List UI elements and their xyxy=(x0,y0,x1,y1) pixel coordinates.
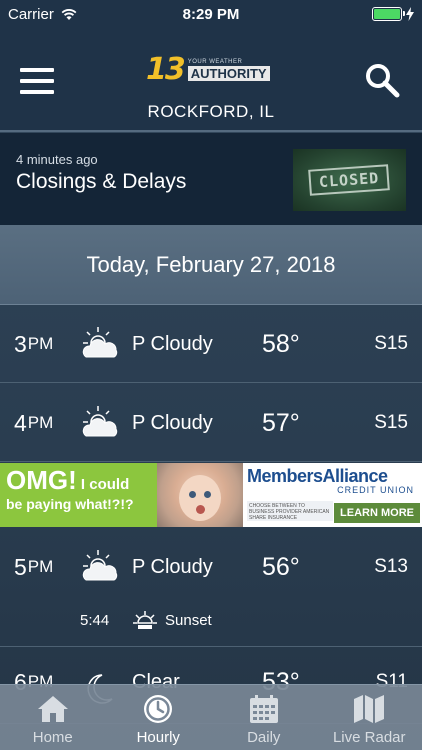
partly-cloudy-icon xyxy=(82,406,118,437)
row-condition: P Cloudy xyxy=(132,332,213,355)
tab-hourly-label: Hourly xyxy=(136,729,180,746)
row-ampm: PM xyxy=(27,334,54,353)
row-temperature: 56° xyxy=(262,552,300,581)
ad-baby-image xyxy=(157,463,243,527)
clock-icon xyxy=(144,695,173,723)
app-header: 13 YOUR WEATHER AUTHORITY ROCKFORD, IL xyxy=(0,28,422,132)
row-condition: P Cloudy xyxy=(132,411,213,434)
closed-stamp: CLOSED xyxy=(308,164,391,196)
station-logo: 13 YOUR WEATHER AUTHORITY xyxy=(146,52,276,88)
row-wind: S15 xyxy=(374,333,408,354)
map-icon xyxy=(354,695,385,723)
sunset-row: 5:44 Sunset xyxy=(0,605,422,645)
date-header: Today, February 27, 2018 xyxy=(0,225,422,305)
logo-number: 13 xyxy=(146,52,186,87)
status-time: 8:29 PM xyxy=(182,5,240,23)
closings-banner[interactable]: 4 minutes ago Closings & Delays CLOSED xyxy=(0,133,422,225)
ad-omg-rest: I could xyxy=(76,476,130,493)
row-hour: 3 xyxy=(14,330,27,357)
ad-fine-print: CHOOSE BETWEEN TO BUSINESS PROVIDER AMER… xyxy=(247,501,333,521)
wifi-icon xyxy=(61,9,77,20)
tab-bar: Home Hourly Daily Live Radar xyxy=(0,684,422,750)
row-hour: 5 xyxy=(14,553,27,580)
row-wind: S15 xyxy=(374,412,408,433)
tab-hourly[interactable]: Hourly xyxy=(106,685,212,750)
partly-cloudy-icon xyxy=(82,327,118,358)
hourly-row[interactable]: 5 PM P Cloudy 56° S13 xyxy=(0,528,422,606)
ad-banner[interactable]: OMG! I could be paying what!?!? MembersA… xyxy=(0,463,422,527)
partly-cloudy-icon xyxy=(82,550,118,581)
row-temperature: 58° xyxy=(262,329,300,358)
ad-brand-panel: MembersAlliance CREDIT UNION CHOOSE BETW… xyxy=(243,463,422,527)
carrier-label: Carrier xyxy=(8,5,54,23)
home-icon xyxy=(37,696,68,722)
charging-icon xyxy=(406,7,414,21)
closings-time: 4 minutes ago xyxy=(16,152,98,167)
logo-authority: AUTHORITY xyxy=(187,66,270,81)
menu-button[interactable] xyxy=(20,68,54,94)
tab-daily-label: Daily xyxy=(247,729,281,746)
search-icon[interactable] xyxy=(364,62,400,98)
ad-omg: OMG! xyxy=(6,465,77,495)
sunset-label: Sunset xyxy=(165,611,212,629)
calendar-icon xyxy=(249,695,278,723)
logo-tagline: YOUR WEATHER xyxy=(187,59,243,65)
tab-home-label: Home xyxy=(32,729,73,746)
ad-headline-panel: OMG! I could be paying what!?!? xyxy=(0,463,157,527)
row-hour: 4 xyxy=(14,409,27,436)
row-temperature: 57° xyxy=(262,408,300,437)
hamburger-icon xyxy=(20,68,54,72)
ad-learn-more-button[interactable]: LEARN MORE xyxy=(334,503,420,523)
tab-daily[interactable]: Daily xyxy=(211,685,317,750)
sunset-time: 5:44 xyxy=(80,611,110,629)
hourly-row[interactable]: 4 PM P Cloudy 57° S15 xyxy=(0,384,422,462)
row-wind: S13 xyxy=(374,556,408,577)
closed-sign-image: CLOSED xyxy=(293,149,406,211)
sunset-icon xyxy=(133,611,157,629)
row-condition: P Cloudy xyxy=(132,555,213,578)
row-ampm: PM xyxy=(27,557,54,576)
battery-icon xyxy=(372,7,405,21)
ad-brand-name: MembersAlliance xyxy=(247,466,388,486)
location-label[interactable]: ROCKFORD, IL xyxy=(0,102,422,122)
row-ampm: PM xyxy=(27,413,54,432)
tab-live-radar[interactable]: Live Radar xyxy=(317,685,422,750)
ad-brand-sub: CREDIT UNION xyxy=(337,485,414,495)
ad-line2: be paying what!?!? xyxy=(6,496,134,512)
closings-title: Closings & Delays xyxy=(16,170,187,193)
status-bar: Carrier 8:29 PM xyxy=(0,0,422,28)
hourly-row[interactable]: 3 PM P Cloudy 58° S15 xyxy=(0,305,422,383)
tab-live-radar-label: Live Radar xyxy=(332,729,406,746)
tab-home[interactable]: Home xyxy=(0,685,106,750)
